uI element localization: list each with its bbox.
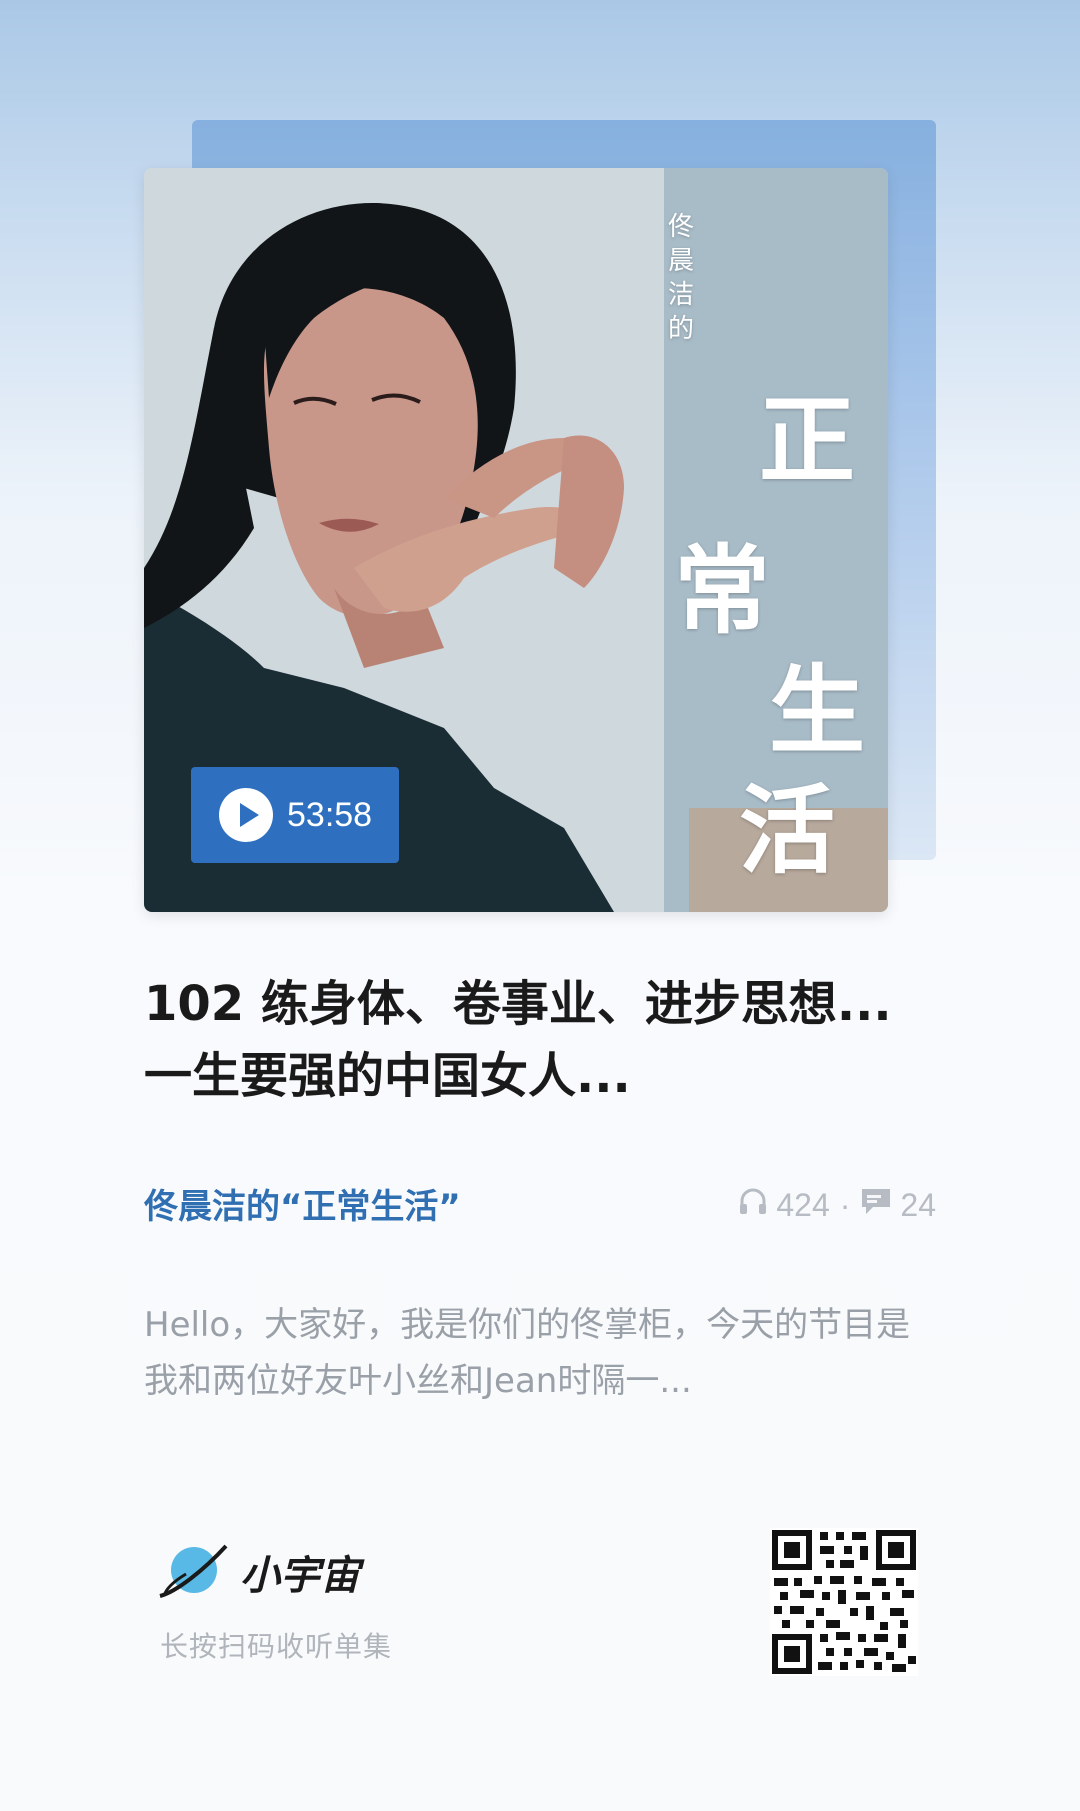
cover-small-title: 佟晨洁的 <box>667 212 694 344</box>
brand-name: 小宇宙 <box>240 1553 360 1599</box>
play-icon <box>219 788 273 842</box>
planet-logo-icon <box>159 1544 228 1598</box>
listen-count: 424 <box>776 1186 830 1223</box>
headphone-icon <box>738 1186 768 1224</box>
scan-hint: 长按扫码收听单集 <box>160 1630 393 1663</box>
cover-title-char-1: 正 <box>759 384 855 497</box>
brand-logo: 小宇宙 <box>156 1540 360 1604</box>
episode-cover[interactable]: 佟晨洁的 正 常 生 活 53:58 <box>144 168 888 912</box>
qr-code[interactable] <box>770 1528 918 1676</box>
cover-title-char-3: 生 <box>769 654 865 767</box>
comment-count: 24 <box>900 1186 936 1223</box>
play-button[interactable]: 53:58 <box>191 767 399 863</box>
play-duration: 53:58 <box>287 795 373 834</box>
episode-description: Hello，大家好，我是你们的佟掌柜，今天的节目是我和两位好友叶小丝和Jean时… <box>144 1305 911 1401</box>
episode-title: 102 练身体、卷事业、进步思想...一生要强的中国女人... <box>144 976 892 1104</box>
stats-separator: · <box>839 1186 851 1223</box>
episode-stats: 424 · 24 <box>738 1186 936 1224</box>
podcast-name-link[interactable]: 佟晨洁的“正常生活” <box>144 1182 461 1232</box>
cover-title-char-4: 活 <box>739 774 835 887</box>
comment-icon <box>860 1186 892 1224</box>
cover-title-char-2: 常 <box>674 534 770 647</box>
